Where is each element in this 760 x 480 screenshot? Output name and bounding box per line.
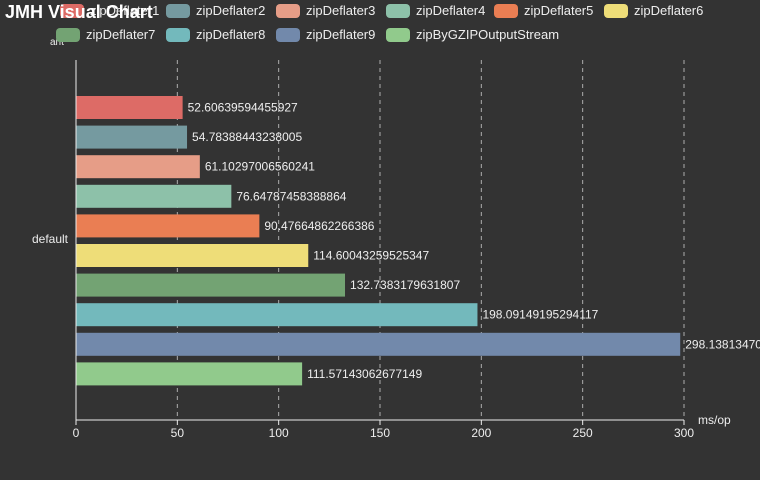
legend-label: zipDeflater2 <box>196 3 266 18</box>
legend-item[interactable]: zipDeflater2 <box>166 3 265 18</box>
x-tick-label: 200 <box>471 426 491 440</box>
x-tick-label: 100 <box>269 426 289 440</box>
legend-item[interactable]: zipDeflater7 <box>56 27 155 42</box>
bar <box>76 125 188 149</box>
chart-title: JMH Visual Chart <box>5 2 153 22</box>
bar-value-label: 114.60043259525347 <box>313 249 429 263</box>
y-category-label: default <box>32 232 69 246</box>
x-tick-label: 300 <box>674 426 694 440</box>
bar <box>76 332 681 356</box>
legend-item[interactable]: zipDeflater3 <box>276 3 375 18</box>
legend-item[interactable]: zipDeflater6 <box>604 3 703 18</box>
x-axis-label: ms/op <box>698 413 731 427</box>
legend-swatch <box>166 3 190 18</box>
legend-swatch <box>386 3 410 18</box>
legend-swatch <box>56 27 80 42</box>
legend-label: zipDeflater9 <box>306 27 376 42</box>
x-tick-label: 150 <box>370 426 390 440</box>
bar <box>76 273 346 297</box>
bar-value-label: 54.78388443238005 <box>192 130 302 144</box>
legend-item[interactable]: zipDeflater4 <box>386 3 485 18</box>
legend-item[interactable]: zipDeflater5 <box>494 3 593 18</box>
bar <box>76 303 478 327</box>
bar <box>76 362 303 386</box>
bar <box>76 214 260 238</box>
bar-value-label: 76.64787458388864 <box>236 189 346 203</box>
bar-chart: 52.60639594455927 54.78388443238005 61.102… <box>32 37 760 440</box>
bar-value-label: 198.09149195294117 <box>482 308 598 322</box>
legend-label: zipDeflater6 <box>634 3 704 18</box>
legend-label: zipDeflater7 <box>86 27 156 42</box>
legend-item[interactable]: zipByGZIPOutputStream <box>386 27 559 42</box>
legend-label: zipDeflater5 <box>524 3 594 18</box>
legend-swatch <box>276 3 300 18</box>
bar-value-label: 132.7383179631807 <box>350 278 460 292</box>
legend-swatch <box>276 27 300 42</box>
bar <box>76 184 232 208</box>
legend-swatch <box>166 27 190 42</box>
x-tick-label: 250 <box>573 426 593 440</box>
bar-value-label: 61.10297006560241 <box>205 160 315 174</box>
legend-label: zipDeflater8 <box>196 27 266 42</box>
bar-value-label: 111.57143062677149 <box>307 367 422 381</box>
x-tick-label: 50 <box>171 426 185 440</box>
legend-swatch <box>494 3 518 18</box>
legend-item[interactable]: zipDeflater8 <box>166 27 265 42</box>
legend-label: zipDeflater3 <box>306 3 376 18</box>
legend-swatch <box>386 27 410 42</box>
bar-value-label: 90.47664862266386 <box>264 219 374 233</box>
bars: 52.60639594455927 54.78388443238005 61.102… <box>76 96 760 386</box>
legend-swatch <box>604 3 628 18</box>
bar <box>76 244 309 267</box>
legend-label: zipDeflater4 <box>416 3 486 18</box>
bar <box>76 96 183 119</box>
legend-item[interactable]: zipDeflater9 <box>276 27 375 42</box>
legend-label: zipByGZIPOutputStream <box>416 27 560 42</box>
bar-value-label: 52.60639594455927 <box>188 101 298 115</box>
bar-value-label: 298.13813470 <box>685 337 760 351</box>
bar <box>76 155 200 179</box>
x-tick-label: 0 <box>73 426 80 440</box>
